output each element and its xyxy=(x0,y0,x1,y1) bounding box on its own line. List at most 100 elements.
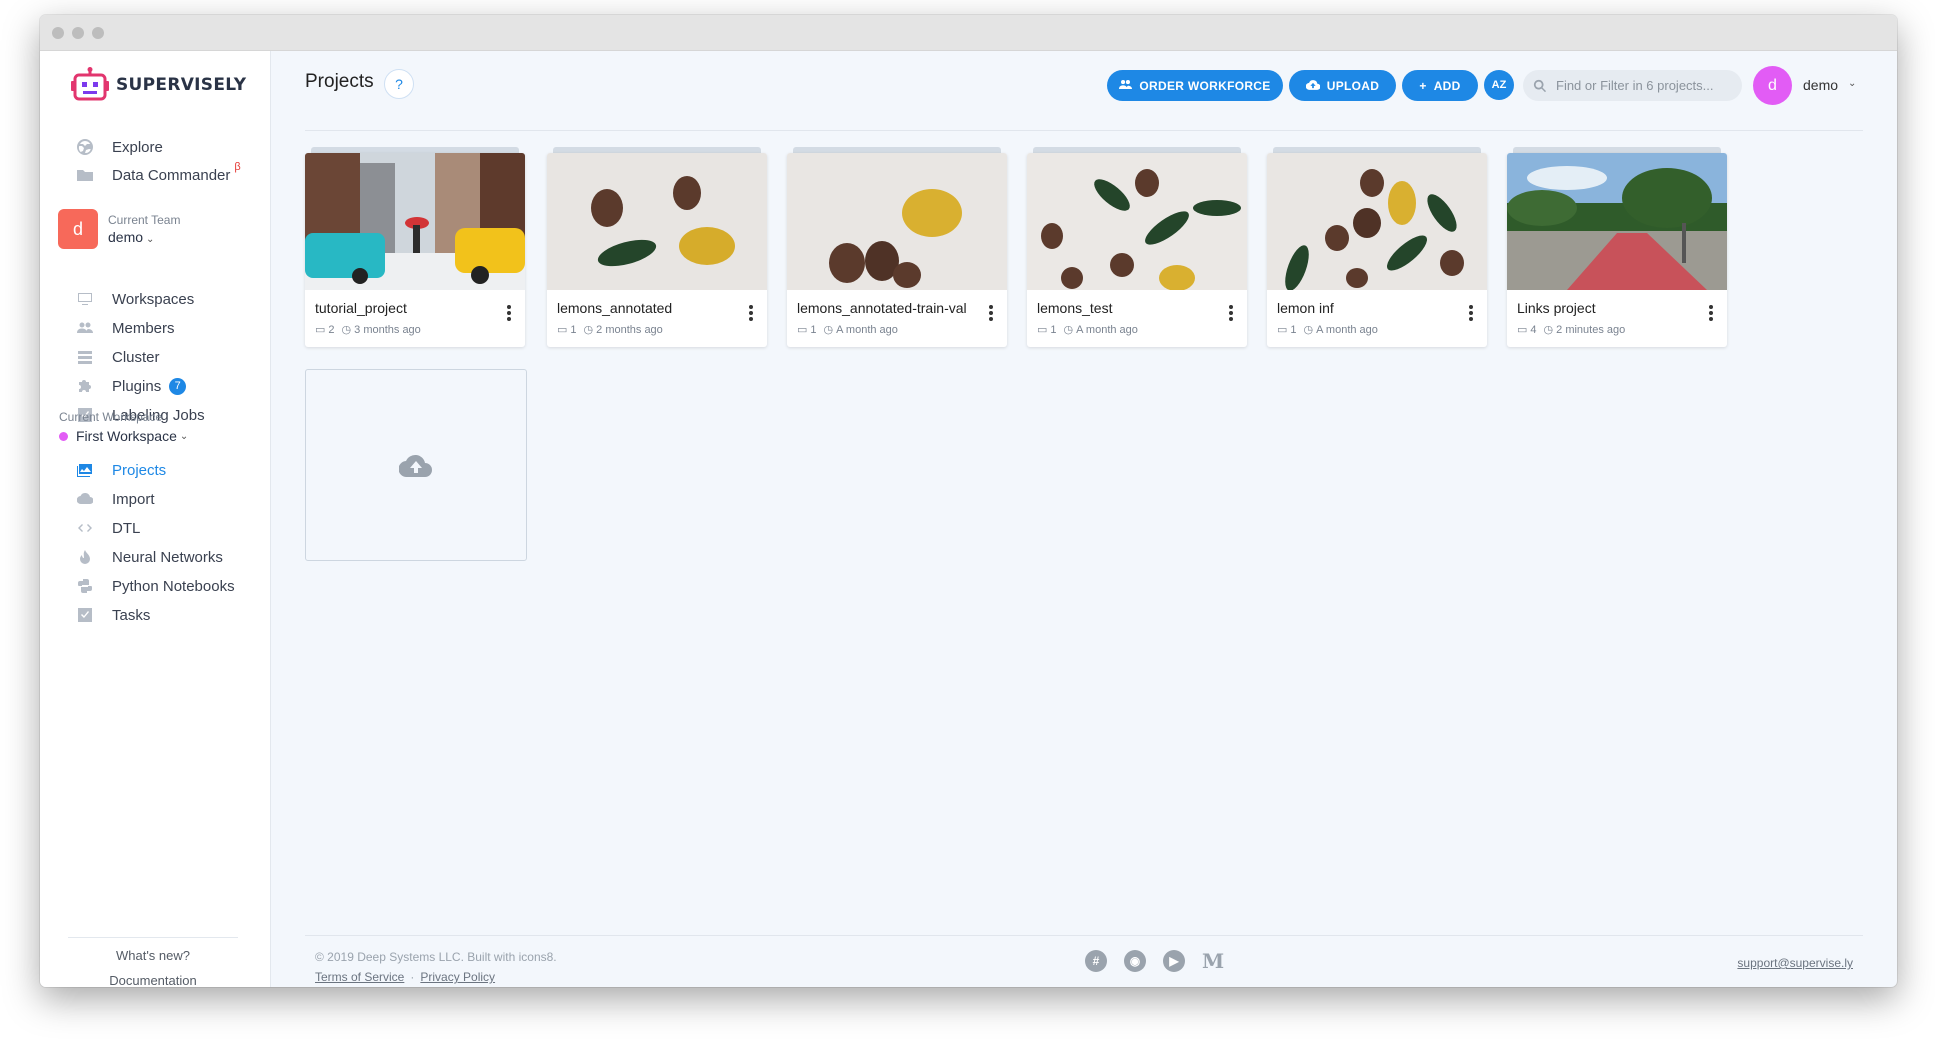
cloud-upload-icon xyxy=(76,490,94,508)
project-card[interactable]: lemon inf ▭ 1 ◷ A month ago xyxy=(1267,147,1487,347)
sidebar-item-explore[interactable]: Explore xyxy=(76,135,163,159)
workspace-switcher[interactable]: First Workspace ⌄ xyxy=(59,428,188,444)
window-maximize-dot[interactable] xyxy=(92,27,104,39)
user-name[interactable]: demo xyxy=(1803,77,1838,93)
project-name[interactable]: lemons_test xyxy=(1037,300,1212,316)
window-minimize-dot[interactable] xyxy=(72,27,84,39)
project-dataset-count: 1 xyxy=(810,323,817,336)
more-options-icon[interactable] xyxy=(1229,303,1233,323)
users-icon xyxy=(76,319,94,337)
documentation-link[interactable]: Documentation xyxy=(68,973,238,987)
page-header: Projects ? ORDER WORKFORCE UPLOAD + ADD … xyxy=(305,51,1863,131)
current-team-switcher[interactable]: d Current Team demo ⌄ xyxy=(58,209,180,249)
main-content: Projects ? ORDER WORKFORCE UPLOAD + ADD … xyxy=(271,51,1897,987)
help-button[interactable]: ? xyxy=(384,69,414,99)
search-box[interactable] xyxy=(1523,70,1742,101)
plugins-count-badge: 7 xyxy=(169,377,187,395)
project-card[interactable]: tutorial_project ▭ 2 ◷ 3 months ago xyxy=(305,147,525,347)
clock-icon: ◷ xyxy=(1543,324,1554,336)
sidebar-item-projects[interactable]: Projects xyxy=(76,458,166,482)
folder-icon: ▭ xyxy=(557,324,568,336)
upload-button[interactable]: UPLOAD xyxy=(1289,70,1396,101)
project-meta: ▭ 1 ◷ A month ago xyxy=(1277,323,1378,337)
project-card[interactable]: Links project ▭ 4 ◷ 2 minutes ago xyxy=(1507,147,1727,347)
project-name[interactable]: tutorial_project xyxy=(315,300,490,316)
project-thumbnail xyxy=(1027,153,1247,290)
project-updated-time: A month ago xyxy=(1316,323,1378,336)
youtube-icon[interactable]: ▶ xyxy=(1163,950,1185,972)
clock-icon: ◷ xyxy=(823,324,834,336)
project-card[interactable]: lemons_annotated-train-val ▭ 1 ◷ A month… xyxy=(787,147,1007,347)
upload-project-dropzone[interactable] xyxy=(305,369,527,561)
brand-logo[interactable]: SUPERVISELY xyxy=(70,67,246,103)
folder-icon: ▭ xyxy=(1037,324,1048,336)
project-name[interactable]: lemons_annotated xyxy=(557,300,732,316)
current-team-label: Current Team xyxy=(108,213,181,227)
more-options-icon[interactable] xyxy=(1469,303,1473,323)
window-close-dot[interactable] xyxy=(52,27,64,39)
project-dataset-count: 2 xyxy=(328,323,335,336)
project-name[interactable]: lemon inf xyxy=(1277,300,1452,316)
privacy-link[interactable]: Privacy Policy xyxy=(420,970,495,984)
sidebar-item-python-notebooks[interactable]: Python Notebooks xyxy=(76,574,235,598)
sidebar-item-plugins[interactable]: Plugins 7 xyxy=(76,374,187,398)
order-workforce-label: ORDER WORKFORCE xyxy=(1139,78,1271,93)
server-icon xyxy=(76,348,94,366)
support-email-link[interactable]: support@supervise.ly xyxy=(1737,956,1853,970)
sidebar-item-label: Projects xyxy=(112,461,167,479)
search-input[interactable] xyxy=(1556,78,1736,93)
project-thumbnail xyxy=(305,153,525,290)
more-options-icon[interactable] xyxy=(989,303,993,323)
sidebar-item-label: DTL xyxy=(112,519,141,537)
add-button[interactable]: + ADD xyxy=(1402,70,1478,101)
chevron-down-icon[interactable]: ⌄ xyxy=(1848,78,1856,89)
sidebar-item-neural-networks[interactable]: Neural Networks xyxy=(76,545,223,569)
project-name[interactable]: Links project xyxy=(1517,300,1692,316)
flame-icon xyxy=(76,548,94,566)
beta-badge: β xyxy=(234,161,241,173)
workspace-name: First Workspace xyxy=(76,428,177,444)
project-dataset-count: 1 xyxy=(1050,323,1057,336)
project-meta: ▭ 1 ◷ A month ago xyxy=(1037,323,1138,337)
globe-icon xyxy=(76,138,94,156)
more-options-icon[interactable] xyxy=(749,303,753,323)
copyright-text: © 2019 Deep Systems LLC. Built with icon… xyxy=(315,950,557,964)
page-title: Projects xyxy=(305,71,374,92)
sidebar-item-import[interactable]: Import xyxy=(76,487,155,511)
project-thumbnail xyxy=(1267,153,1487,290)
brand-name: SUPERVISELY xyxy=(116,75,247,95)
sidebar-item-workspaces[interactable]: Workspaces xyxy=(76,287,194,311)
terms-link[interactable]: Terms of Service xyxy=(315,970,404,984)
project-card[interactable]: lemons_annotated ▭ 1 ◷ 2 months ago xyxy=(547,147,767,347)
more-options-icon[interactable] xyxy=(1709,303,1713,323)
sidebar-item-label: Members xyxy=(112,319,175,337)
project-name[interactable]: lemons_annotated-train-val xyxy=(797,300,972,316)
chevron-down-icon: ⌄ xyxy=(146,234,155,245)
folder-icon: ▭ xyxy=(1517,324,1528,336)
more-options-icon[interactable] xyxy=(507,303,511,323)
sidebar-item-dtl[interactable]: DTL xyxy=(76,516,140,540)
sidebar-item-cluster[interactable]: Cluster xyxy=(76,345,160,369)
sidebar-item-label: Workspaces xyxy=(112,290,195,308)
github-icon[interactable]: ◉ xyxy=(1124,950,1146,972)
whats-new-link[interactable]: What's new? xyxy=(68,948,238,963)
sidebar-item-members[interactable]: Members xyxy=(76,316,175,340)
images-icon xyxy=(76,461,94,479)
order-workforce-button[interactable]: ORDER WORKFORCE xyxy=(1107,70,1283,101)
sidebar-item-label: Tasks xyxy=(112,606,151,624)
search-icon xyxy=(1533,79,1547,92)
sidebar-item-data-commander[interactable]: Data Commander β xyxy=(76,161,241,187)
users-icon xyxy=(1119,79,1133,93)
sidebar-footer: What's new? Documentation xyxy=(68,937,238,987)
project-card[interactable]: lemons_test ▭ 1 ◷ A month ago xyxy=(1027,147,1247,347)
project-updated-time: 2 months ago xyxy=(596,323,663,336)
sort-az-button[interactable]: AZ xyxy=(1484,70,1514,100)
slack-icon[interactable]: # xyxy=(1085,950,1107,972)
clock-icon: ◷ xyxy=(341,324,352,336)
medium-icon[interactable]: M xyxy=(1202,949,1224,973)
user-avatar[interactable]: d xyxy=(1753,66,1792,105)
project-thumbnail xyxy=(1507,153,1727,290)
social-links: # ◉ ▶ M xyxy=(1085,949,1241,973)
sidebar-item-tasks[interactable]: Tasks xyxy=(76,603,150,627)
project-updated-time: A month ago xyxy=(836,323,898,336)
